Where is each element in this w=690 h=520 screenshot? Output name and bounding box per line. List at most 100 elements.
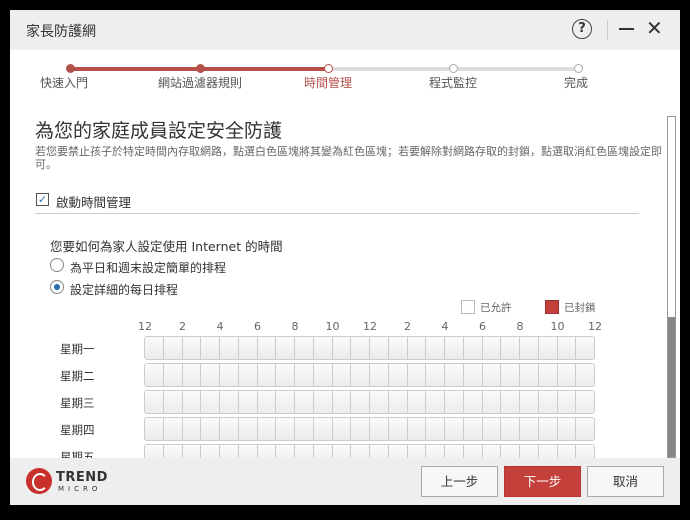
hour-cell[interactable] <box>332 364 352 386</box>
hour-cell[interactable] <box>426 391 445 413</box>
hour-cell[interactable] <box>576 364 594 386</box>
hour-cell[interactable] <box>276 391 295 413</box>
hour-cell[interactable] <box>445 445 464 458</box>
hour-cell[interactable] <box>576 337 594 359</box>
detailed-schedule-label[interactable]: 設定詳細的每日排程 <box>70 281 178 298</box>
hour-cell[interactable] <box>313 391 333 413</box>
enable-time-management-checkbox[interactable]: ✓ <box>36 193 49 206</box>
hour-cell[interactable] <box>145 337 164 359</box>
hour-cell[interactable] <box>388 445 408 458</box>
hour-cell[interactable] <box>407 391 427 413</box>
hour-cell[interactable] <box>501 445 520 458</box>
hour-cell[interactable] <box>501 391 520 413</box>
hour-cell[interactable] <box>520 337 539 359</box>
simple-schedule-label[interactable]: 為平日和週末設定簡單的排程 <box>70 259 226 276</box>
hour-cell[interactable] <box>538 364 558 386</box>
hour-cell[interactable] <box>182 445 202 458</box>
hour-cell[interactable] <box>557 364 577 386</box>
hour-cell[interactable] <box>463 391 483 413</box>
hour-cell[interactable] <box>370 391 389 413</box>
hour-cell[interactable] <box>351 391 370 413</box>
hour-cell[interactable] <box>220 364 239 386</box>
hour-cell[interactable] <box>332 445 352 458</box>
hour-cell[interactable] <box>295 445 314 458</box>
hour-cell[interactable] <box>520 445 539 458</box>
hour-cell[interactable] <box>520 391 539 413</box>
hour-cell[interactable] <box>313 337 333 359</box>
hour-cell[interactable] <box>276 418 295 440</box>
hour-cell[interactable] <box>220 418 239 440</box>
hour-cell[interactable] <box>145 364 164 386</box>
hour-cell[interactable] <box>332 418 352 440</box>
hour-cell[interactable] <box>370 337 389 359</box>
hour-cell[interactable] <box>501 418 520 440</box>
hour-cell[interactable] <box>407 337 427 359</box>
hour-cell[interactable] <box>332 337 352 359</box>
hour-cell[interactable] <box>557 337 577 359</box>
hour-cell[interactable] <box>407 418 427 440</box>
hour-cell[interactable] <box>201 337 220 359</box>
hour-cell[interactable] <box>426 445 445 458</box>
detailed-schedule-radio[interactable] <box>50 280 64 294</box>
hour-cell[interactable] <box>463 418 483 440</box>
hour-cell[interactable] <box>145 418 164 440</box>
hour-cell[interactable] <box>295 337 314 359</box>
hour-cell[interactable] <box>557 445 577 458</box>
hour-cell[interactable] <box>538 337 558 359</box>
hour-cell[interactable] <box>238 391 258 413</box>
hour-cell[interactable] <box>482 337 502 359</box>
hour-cell[interactable] <box>370 364 389 386</box>
hour-cell[interactable] <box>407 364 427 386</box>
hour-cell[interactable] <box>445 337 464 359</box>
hour-cell[interactable] <box>238 364 258 386</box>
hour-cell[interactable] <box>501 364 520 386</box>
hour-cell[interactable] <box>445 364 464 386</box>
hour-cell[interactable] <box>163 445 183 458</box>
hour-cell[interactable] <box>407 445 427 458</box>
hour-cell[interactable] <box>238 445 258 458</box>
hour-cell[interactable] <box>557 391 577 413</box>
hour-cell[interactable] <box>238 337 258 359</box>
hour-cell[interactable] <box>257 418 277 440</box>
back-button[interactable]: 上一步 <box>421 466 498 497</box>
hour-cell[interactable] <box>257 337 277 359</box>
hour-cell[interactable] <box>557 418 577 440</box>
hour-cell[interactable] <box>482 391 502 413</box>
hour-cell[interactable] <box>538 445 558 458</box>
hour-cell[interactable] <box>201 364 220 386</box>
enable-time-management-label[interactable]: 啟動時間管理 <box>56 192 131 211</box>
hour-cell[interactable] <box>220 445 239 458</box>
hour-cell[interactable] <box>182 391 202 413</box>
hour-cell[interactable] <box>520 418 539 440</box>
hour-cell[interactable] <box>501 337 520 359</box>
hour-cell[interactable] <box>332 391 352 413</box>
hour-cell[interactable] <box>182 337 202 359</box>
hour-cell[interactable] <box>426 418 445 440</box>
hour-cell[interactable] <box>220 391 239 413</box>
close-icon[interactable]: ✕ <box>646 16 663 40</box>
hour-cell[interactable] <box>163 337 183 359</box>
hour-cell[interactable] <box>482 364 502 386</box>
hour-cell[interactable] <box>370 418 389 440</box>
hour-cell[interactable] <box>520 364 539 386</box>
scrollbar[interactable] <box>667 116 676 458</box>
hour-cell[interactable] <box>276 364 295 386</box>
hour-cell[interactable] <box>257 364 277 386</box>
hour-cell[interactable] <box>370 445 389 458</box>
hour-cell[interactable] <box>201 445 220 458</box>
cancel-button[interactable]: 取消 <box>587 466 664 497</box>
hour-cell[interactable] <box>482 418 502 440</box>
next-button[interactable]: 下一步 <box>504 466 581 497</box>
simple-schedule-radio[interactable] <box>50 258 64 272</box>
hour-cell[interactable] <box>388 418 408 440</box>
hour-cell[interactable] <box>388 364 408 386</box>
hour-cell[interactable] <box>295 418 314 440</box>
hour-cell[interactable] <box>463 364 483 386</box>
hour-cell[interactable] <box>576 391 594 413</box>
hour-cell[interactable] <box>351 364 370 386</box>
hour-cell[interactable] <box>388 391 408 413</box>
hour-cell[interactable] <box>276 337 295 359</box>
hour-cell[interactable] <box>295 391 314 413</box>
scrollbar-thumb[interactable] <box>668 317 675 457</box>
minimize-icon[interactable] <box>619 28 634 30</box>
